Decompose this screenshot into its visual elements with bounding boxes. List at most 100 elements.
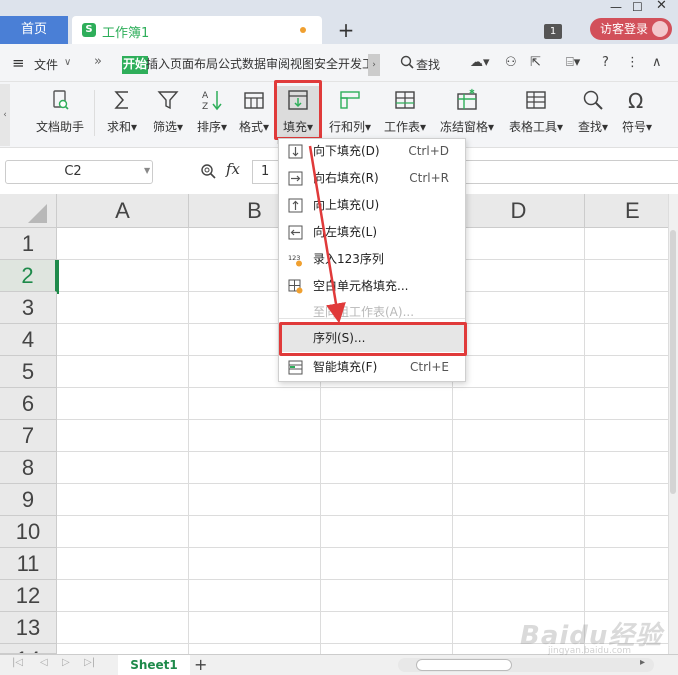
row-header-6[interactable]: 6: [0, 388, 57, 420]
blank-cell-fill-icon: [288, 279, 303, 294]
svg-text:A: A: [202, 91, 209, 101]
menu-item-fill-down[interactable]: 向下填充(D) Ctrl+D: [279, 138, 465, 165]
collaborate-icon[interactable]: ⚇: [505, 55, 517, 70]
menu-item-blank-cell-fill[interactable]: 空白单元格填充...: [279, 273, 465, 300]
row-header-3[interactable]: 3: [0, 292, 57, 324]
menu-item-smart-fill[interactable]: 智能填充(F) Ctrl+E: [279, 354, 465, 381]
tab-data[interactable]: 数据: [242, 56, 266, 74]
worksheet-button[interactable]: 工作表▾: [380, 86, 430, 144]
tab-home[interactable]: 首页: [0, 16, 68, 44]
more-tabs-icon[interactable]: »: [94, 54, 102, 69]
row-header-10[interactable]: 10: [0, 516, 57, 548]
vertical-scroll-thumb[interactable]: [670, 230, 676, 494]
tab-security[interactable]: 安全: [314, 56, 338, 74]
tab-developer[interactable]: 开发工: [338, 56, 368, 74]
sort-button[interactable]: A Z 排序▾: [192, 86, 232, 144]
column-header-e[interactable]: E: [585, 194, 670, 228]
prev-sheet-icon[interactable]: ◁: [40, 657, 48, 668]
svg-text:Z: Z: [202, 102, 208, 112]
menu-item-enter-sequence[interactable]: 123 录入123序列: [279, 246, 465, 273]
row-column-icon: [340, 91, 360, 109]
tab-formulas[interactable]: 公式: [218, 56, 242, 74]
format-icon: [244, 92, 264, 109]
tab-page-layout[interactable]: 页面布局: [170, 56, 218, 74]
function-fx-icon[interactable]: fx: [226, 160, 240, 178]
filter-button[interactable]: 筛选▾: [148, 86, 188, 144]
tab-review[interactable]: 审阅: [266, 56, 290, 74]
format-button[interactable]: 格式▾: [234, 86, 274, 144]
row-header-14[interactable]: 14: [0, 644, 57, 654]
minimize-icon[interactable]: —: [610, 0, 624, 14]
search-label[interactable]: 查找: [416, 56, 440, 73]
sum-button[interactable]: 求和▾: [102, 86, 142, 144]
column-header-a[interactable]: A: [57, 194, 189, 228]
tab-view[interactable]: 视图: [290, 56, 314, 74]
sheet-tab-sheet1[interactable]: Sheet1: [118, 655, 190, 675]
row-header-12[interactable]: 12: [0, 580, 57, 612]
tab-insert[interactable]: 插入: [146, 56, 170, 74]
ribbon-scroll-left-icon[interactable]: ‹: [0, 84, 10, 146]
table-tools-label: 表格工具: [508, 120, 557, 134]
chevron-down-icon: ▾: [556, 120, 564, 134]
new-tab-button[interactable]: +: [336, 18, 356, 42]
last-sheet-icon[interactable]: ▷|: [84, 657, 95, 668]
row-column-label: 行和列: [328, 120, 365, 134]
row-column-button[interactable]: 行和列▾: [326, 86, 374, 144]
tools-icon[interactable]: ⌸▾: [566, 55, 580, 70]
share-icon[interactable]: ⇱: [530, 55, 541, 70]
horizontal-scroll-thumb[interactable]: [416, 659, 512, 671]
collapse-ribbon-icon[interactable]: ∧: [652, 55, 662, 70]
symbol-button[interactable]: Ω 符号▾: [618, 86, 656, 144]
row-header-2[interactable]: 2: [0, 260, 57, 292]
row-header-13[interactable]: 13: [0, 612, 57, 644]
smart-fill-icon: [288, 360, 303, 375]
fill-left-icon: [288, 225, 303, 240]
hamburger-menu-icon[interactable]: ≡: [12, 54, 25, 72]
menu-item-label: 向上填充(U): [313, 198, 380, 212]
first-sheet-icon[interactable]: |◁: [12, 657, 23, 668]
help-icon[interactable]: ?: [602, 55, 609, 70]
sort-label: 排序: [196, 120, 221, 134]
gridline: [57, 387, 670, 388]
row-header-5[interactable]: 5: [0, 356, 57, 388]
maximize-icon[interactable]: ☐: [632, 0, 646, 14]
row-header-4[interactable]: 4: [0, 324, 57, 356]
next-sheet-icon[interactable]: ▷: [62, 657, 70, 668]
fill-button-annotation-box: [274, 80, 322, 140]
row-header-8[interactable]: 8: [0, 452, 57, 484]
tab-home-ribbon[interactable]: 开始: [122, 56, 149, 74]
menu-item-fill-left[interactable]: 向左填充(L): [279, 219, 465, 246]
gridline: [584, 228, 585, 658]
tab-workbook[interactable]: S 工作簿1: [72, 16, 322, 44]
menu-item-label: 向下填充(D): [313, 144, 380, 158]
close-icon[interactable]: ✕: [656, 0, 670, 13]
menu-item-fill-right[interactable]: 向右填充(R) Ctrl+R: [279, 165, 465, 192]
document-assistant-icon: [53, 90, 69, 110]
file-menu[interactable]: 文件: [34, 56, 58, 73]
guest-login-button[interactable]: 访客登录: [590, 18, 672, 40]
menu-item-fill-up[interactable]: 向上填充(U): [279, 192, 465, 219]
cloud-sync-icon[interactable]: ☁▾: [470, 55, 490, 70]
chevron-down-icon[interactable]: ▼: [144, 166, 150, 175]
window-count-badge[interactable]: 1: [544, 24, 562, 39]
more-options-icon[interactable]: ⋮: [626, 55, 639, 70]
find-button[interactable]: 查找▾: [574, 86, 612, 144]
row-header-9[interactable]: 9: [0, 484, 57, 516]
freeze-panes-button[interactable]: ✱ 冻结窗格▾: [436, 86, 498, 144]
search-icon[interactable]: [400, 55, 414, 69]
add-sheet-button[interactable]: +: [194, 655, 207, 675]
menu-item-label: 向左填充(L): [313, 225, 378, 239]
row-header-1[interactable]: 1: [0, 228, 57, 260]
guest-login-label: 访客登录: [600, 22, 649, 36]
scroll-right-icon[interactable]: ▸: [640, 657, 645, 668]
chevron-down-icon: ▾: [176, 120, 184, 134]
zoom-formula-icon[interactable]: [200, 163, 216, 179]
ribbon-tabs-next-icon[interactable]: ›: [368, 54, 380, 76]
row-header-7[interactable]: 7: [0, 420, 57, 452]
gridline: [57, 419, 670, 420]
gridline: [57, 579, 670, 580]
column-header-d[interactable]: D: [453, 194, 585, 228]
document-assistant-button[interactable]: 文档助手: [32, 86, 88, 144]
row-header-11[interactable]: 11: [0, 548, 57, 580]
table-tools-button[interactable]: 表格工具▾: [504, 86, 568, 144]
